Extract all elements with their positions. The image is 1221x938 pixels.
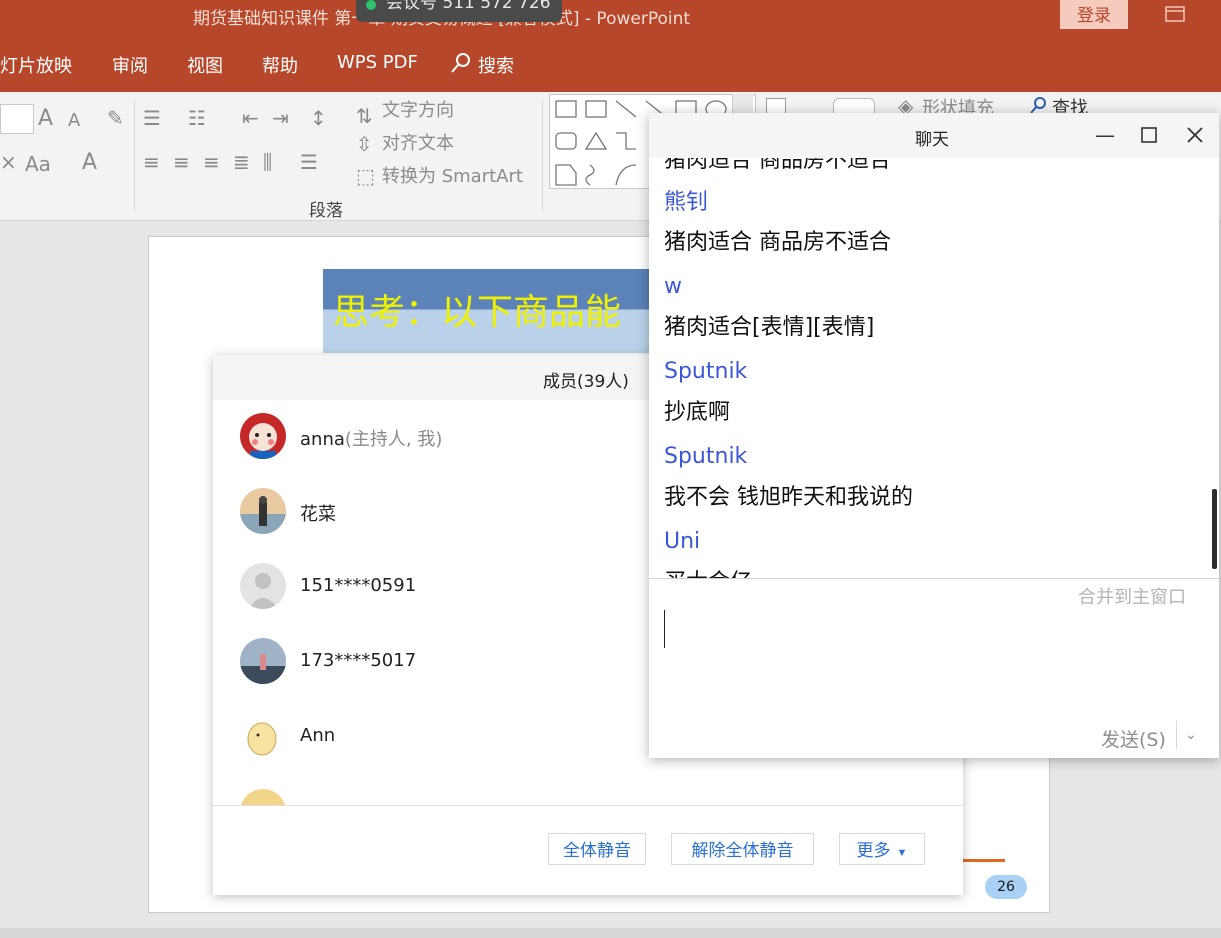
columns-icon[interactable]: ☰ xyxy=(300,150,318,174)
chat-sender: 熊钊 xyxy=(664,190,709,215)
chat-window: 聊天 — 猪肉适合 商品房不适合 熊钊 猪肉适合 商品房不适合 w 猪肉适合[表… xyxy=(649,113,1219,758)
strikethrough-icon[interactable]: × xyxy=(0,150,17,174)
convert-smartart-button[interactable]: 转换为 SmartArt xyxy=(382,162,523,188)
numbering-icon[interactable]: ☷ xyxy=(188,106,206,130)
chat-message-text: 猪肉适合 商品房不适合 xyxy=(664,158,891,173)
shrink-font-icon[interactable]: A xyxy=(68,110,80,131)
ribbon-display-icon[interactable] xyxy=(1165,6,1185,22)
status-dot-icon xyxy=(366,0,376,10)
decrease-indent-icon[interactable]: ⇤ xyxy=(242,106,259,130)
maximize-icon[interactable] xyxy=(1141,127,1157,143)
tab-view[interactable]: 视图 xyxy=(187,52,223,78)
distributed-icon[interactable]: ⫼ xyxy=(263,150,272,174)
unmute-all-button[interactable]: 解除全体静音 xyxy=(671,833,814,865)
tab-wps-pdf[interactable]: WPS PDF xyxy=(337,52,418,73)
title-bar: 期货基础知识课件 第一章 期货交易概述 [兼容模式] - PowerPoint … xyxy=(0,0,1221,30)
login-button[interactable]: 登录 xyxy=(1060,0,1128,29)
mute-all-button[interactable]: 全体静音 xyxy=(548,833,646,865)
tab-slideshow[interactable]: 灯片放映 xyxy=(0,52,72,78)
chat-title: 聊天 xyxy=(915,130,949,150)
member-name-text: 151****0591 xyxy=(300,575,417,596)
members-title: 成员(39人) xyxy=(543,372,629,392)
smartart-icon[interactable]: ⬚ xyxy=(356,164,375,188)
find-icon xyxy=(1030,97,1046,114)
chat-message-text: 猪肉适合[表情][表情] xyxy=(664,315,875,340)
send-separator xyxy=(1176,721,1177,749)
align-text-button[interactable]: 对齐文本 xyxy=(382,129,454,155)
meeting-id-pill[interactable]: 会议号 511 572 726 xyxy=(356,0,562,22)
avatar xyxy=(240,638,286,684)
close-icon[interactable] xyxy=(1187,127,1203,143)
clear-format-icon[interactable]: ✎ xyxy=(107,106,124,130)
member-row-partial xyxy=(240,789,286,805)
tab-review[interactable]: 审阅 xyxy=(112,52,148,78)
chat-input[interactable] xyxy=(649,603,1219,713)
chevron-down-icon[interactable]: ⌄ xyxy=(1185,727,1197,743)
menu-bar: 灯片放映 审阅 视图 帮助 WPS PDF 搜索 xyxy=(0,30,1221,92)
bullets-icon[interactable]: ☰ xyxy=(143,106,161,130)
chat-scrollbar-thumb[interactable] xyxy=(1212,489,1217,569)
font-color-icon[interactable]: A xyxy=(82,150,97,175)
chat-sender: Sputnik xyxy=(664,359,748,384)
text-direction-icon[interactable]: ⇅ xyxy=(356,104,373,128)
separator xyxy=(542,100,543,210)
tab-help[interactable]: 帮助 xyxy=(262,52,298,78)
member-name-text: Ann xyxy=(300,725,336,746)
line-spacing-icon[interactable]: ↕ xyxy=(310,106,327,130)
increase-indent-icon[interactable]: ⇥ xyxy=(272,106,289,130)
meeting-id-label: 会议号 511 572 726 xyxy=(386,0,551,13)
chat-sender: w xyxy=(664,274,682,299)
slide-accent-line xyxy=(959,859,1005,862)
font-size-input[interactable] xyxy=(0,104,34,134)
chat-sender: Sputnik xyxy=(664,444,748,469)
caret-down-icon: ▼ xyxy=(896,847,908,859)
send-button[interactable]: 发送(S) xyxy=(1101,725,1166,752)
avatar xyxy=(241,789,285,805)
align-left-icon[interactable]: ≡ xyxy=(143,150,160,174)
avatar xyxy=(240,563,286,609)
separator xyxy=(134,100,135,210)
more-button[interactable]: 更多 ▼ xyxy=(839,833,925,865)
avatar xyxy=(240,713,286,759)
chat-message-list[interactable]: 猪肉适合 商品房不适合 熊钊 猪肉适合 商品房不适合 w 猪肉适合[表情][表情… xyxy=(649,158,1219,578)
page-number-badge: 26 xyxy=(985,875,1027,899)
chat-message-text: 我不会 钱旭昨天和我说的 xyxy=(664,485,913,510)
text-direction-button[interactable]: 文字方向 xyxy=(382,96,454,122)
avatar xyxy=(240,488,286,534)
group-label-paragraph: 段落 xyxy=(309,201,343,221)
chat-input-divider xyxy=(649,578,1219,579)
member-role: (主持人, 我) xyxy=(344,429,443,450)
tab-search[interactable]: 搜索 xyxy=(478,52,514,78)
chat-titlebar: 聊天 — xyxy=(649,113,1219,158)
align-right-icon[interactable]: ≡ xyxy=(203,150,220,174)
members-footer-divider xyxy=(213,805,963,806)
justify-icon[interactable]: ≣ xyxy=(233,150,250,174)
chat-message-text: 买大会亿 xyxy=(664,564,752,578)
status-strip xyxy=(0,928,1221,938)
align-text-icon[interactable]: ⇳ xyxy=(356,132,373,156)
member-name-text: 173****5017 xyxy=(300,650,417,671)
more-label: 更多 xyxy=(856,841,891,860)
search-icon xyxy=(451,53,470,73)
minimize-icon[interactable]: — xyxy=(1095,123,1115,147)
align-center-icon[interactable]: ≡ xyxy=(173,150,190,174)
slide-heading: 思考：以下商品能 xyxy=(333,292,622,333)
member-name-text: 花菜 xyxy=(300,504,336,525)
chat-message-text: 抄底啊 xyxy=(664,400,731,425)
avatar xyxy=(240,413,286,459)
chat-sender: Uni xyxy=(664,529,701,554)
change-case-icon[interactable]: Aa xyxy=(25,152,51,176)
slide-title-banner: 思考：以下商品能 xyxy=(323,269,653,353)
chat-message-text: 猪肉适合 商品房不适合 xyxy=(664,230,891,255)
member-name-text: anna xyxy=(300,429,345,450)
member-name: anna(主持人, 我) xyxy=(300,425,442,451)
grow-font-icon[interactable]: A xyxy=(38,106,53,131)
